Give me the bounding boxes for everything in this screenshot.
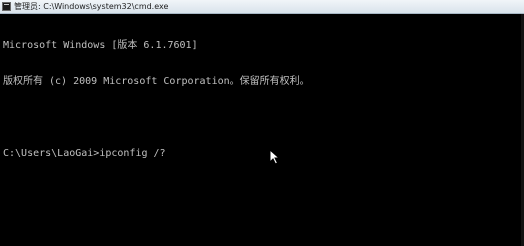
console-line-version: Microsoft Windows [版本 6.1.7601]	[3, 40, 198, 51]
console-output[interactable]: Microsoft Windows [版本 6.1.7601] 版权所有 (c)…	[3, 16, 511, 244]
title-bar[interactable]: 管理员: C:\Windows\system32\cmd.exe	[0, 0, 524, 14]
mouse-pointer-icon	[269, 149, 280, 165]
window-title: 管理员: C:\Windows\system32\cmd.exe	[14, 2, 169, 11]
cmd-window: 管理员: C:\Windows\system32\cmd.exe Microso…	[0, 0, 524, 246]
cmd-icon	[2, 2, 11, 11]
console-line-prompt: C:\Users\LaoGai>ipconfig /?	[3, 148, 166, 159]
console-line-copyright: 版权所有 (c) 2009 Microsoft Corporation。保留所有…	[3, 76, 310, 87]
